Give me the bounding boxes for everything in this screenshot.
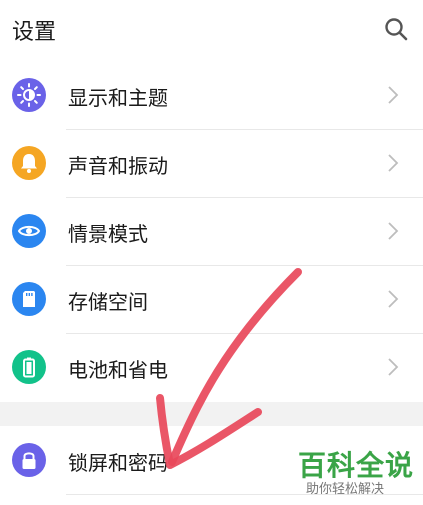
chevron-right-icon [388, 358, 399, 376]
settings-item-label: 情景模式 [68, 222, 148, 246]
battery-icon [12, 350, 46, 384]
settings-item-label: 锁屏和密码 [68, 451, 168, 475]
settings-item-sound-vibration[interactable]: 声音和振动 [0, 129, 423, 197]
settings-item-label: 电池和省电 [68, 358, 168, 382]
section-gap [0, 402, 423, 426]
watermark: 百科全说 助你轻松解决 [298, 444, 416, 497]
eye-icon [12, 214, 46, 248]
search-icon[interactable] [383, 16, 409, 42]
settings-item-label: 声音和振动 [68, 154, 168, 178]
settings-item-storage[interactable]: 存储空间 [0, 265, 423, 333]
settings-item-battery[interactable]: 电池和省电 [0, 333, 423, 401]
chevron-right-icon [388, 154, 399, 172]
chevron-right-icon [388, 86, 399, 104]
settings-item-label: 显示和主题 [68, 86, 168, 110]
chevron-right-icon [388, 290, 399, 308]
brightness-icon [12, 78, 46, 112]
bell-icon [12, 146, 46, 180]
chevron-right-icon [388, 222, 399, 240]
sd-card-icon [12, 282, 46, 316]
lock-icon [12, 443, 46, 477]
settings-item-scene-mode[interactable]: 情景模式 [0, 197, 423, 265]
settings-item-display-theme[interactable]: 显示和主题 [0, 61, 423, 129]
settings-item-label: 存储空间 [68, 290, 148, 314]
watermark-subtitle: 助你轻松解决 [306, 482, 385, 497]
page-title: 设置 [12, 20, 57, 45]
settings-header: 设置 [0, 0, 423, 60]
